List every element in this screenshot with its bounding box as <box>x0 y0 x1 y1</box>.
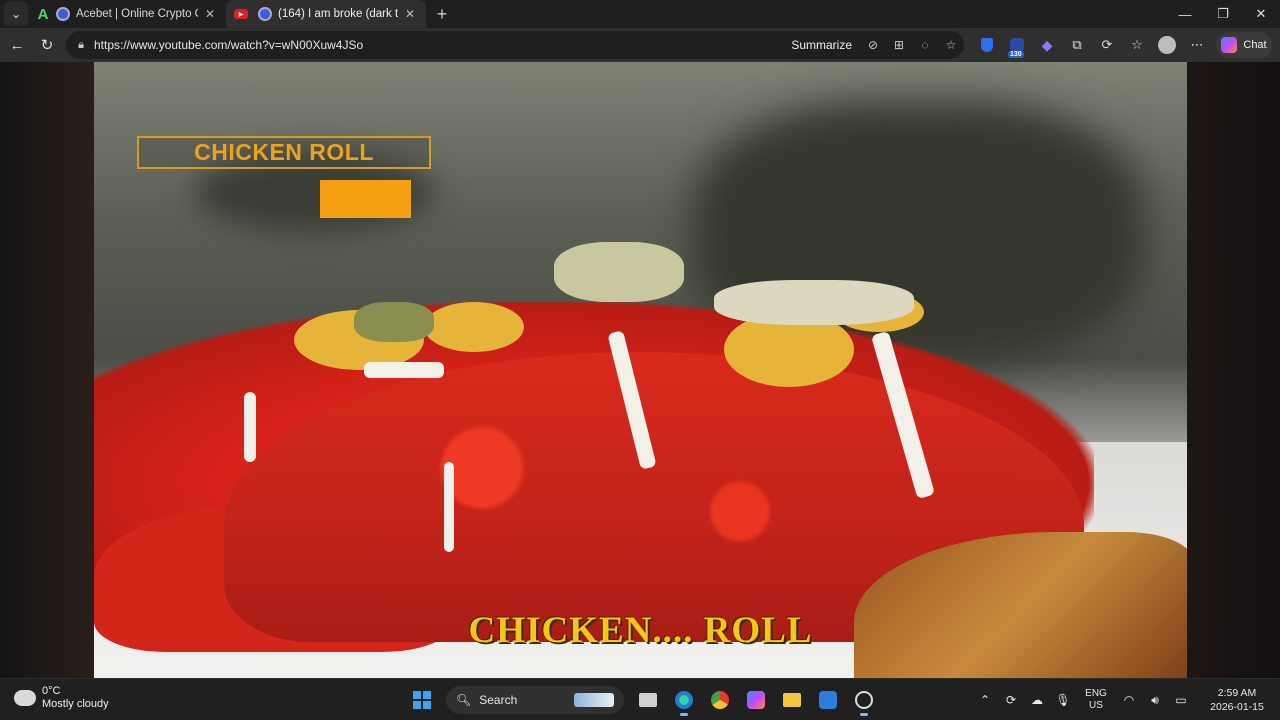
tab-title: Acebet | Online Crypto Casino <box>76 8 198 20</box>
close-tab-icon[interactable]: ✕ <box>402 7 418 21</box>
copilot-icon <box>1221 37 1238 53</box>
search-icon: 🔍︎ <box>456 693 472 707</box>
taskbar-apps: 🔍︎ Search <box>404 684 882 716</box>
app-available-icon[interactable]: ⊞ <box>886 38 912 52</box>
tab-title: (164) I am broke (dark truth) <box>278 8 398 20</box>
video-player[interactable]: CHICKEN ROLL CHICKEN.... ROLL <box>94 62 1187 678</box>
copilot-chat-button[interactable]: Chat <box>1216 32 1272 58</box>
copilot-taskbar-icon[interactable] <box>740 684 772 716</box>
puzzle-extensions-icon[interactable]: ⧉ <box>1062 30 1092 60</box>
clock[interactable]: 2:59 AM 2026-01-15 <box>1194 686 1280 714</box>
youtube-icon: ▶ <box>234 9 248 19</box>
sauce-drizzle <box>364 362 444 378</box>
task-view-button[interactable] <box>632 684 664 716</box>
ghost-extension-icon[interactable]: ◆ <box>1032 30 1062 60</box>
acebet-logo-icon: A <box>37 5 49 23</box>
profile-avatar[interactable] <box>1152 30 1182 60</box>
store-icon[interactable] <box>812 684 844 716</box>
pickle-topping <box>354 302 434 342</box>
hidden-eye-icon[interactable]: ◌ <box>912 38 938 52</box>
chevron-up-icon[interactable]: ⌃ <box>972 693 998 707</box>
extensions-row: 130 ◆ ⧉ ⟳ ☆ ⋯ <box>972 28 1212 62</box>
browser-toolbar: ← ↻ 🔒︎ https://www.youtube.com/watch?v=w… <box>0 28 1280 62</box>
overlay-title-text: CHICKEN ROLL <box>194 139 374 165</box>
tab-acebet[interactable]: A Acebet | Online Crypto Casino ✕ <box>28 0 226 28</box>
windows-logo-icon <box>413 691 431 709</box>
search-highlight-image <box>574 693 614 707</box>
cheese-topping <box>424 302 524 352</box>
taskbar-search[interactable]: 🔍︎ Search <box>446 686 624 714</box>
weather-widget[interactable]: 0°C Mostly cloudy <box>12 684 109 711</box>
search-label: Search <box>479 693 518 707</box>
minimize-button[interactable]: — <box>1166 0 1204 28</box>
favorite-star-icon[interactable]: ☆ <box>938 38 964 52</box>
windows-taskbar: 0°C Mostly cloudy 🔍︎ Search ⌃ ⟳ ☁ 🎙︎ ENG… <box>0 678 1280 720</box>
globe-icon <box>56 7 70 21</box>
video-side-blur-left <box>0 62 94 678</box>
back-button[interactable]: ← <box>2 30 32 60</box>
counter-extension-icon[interactable]: 130 <box>1002 30 1032 60</box>
system-tray: ⌃ ⟳ ☁ 🎙︎ ENG US ◠ 🔊︎ ▭ 2:59 AM 2026-01-1… <box>972 679 1280 720</box>
sync-icon[interactable]: ⟳ <box>998 693 1024 707</box>
clock-time: 2:59 AM <box>1217 687 1257 699</box>
region-code: US <box>1089 700 1103 711</box>
pickle-topping <box>554 242 684 302</box>
file-explorer-icon[interactable] <box>776 684 808 716</box>
sauce-drizzle <box>444 462 454 552</box>
clock-date: 2026-01-15 <box>1210 701 1264 713</box>
video-caption: CHICKEN.... ROLL <box>468 610 813 651</box>
globe-icon <box>258 7 272 21</box>
cloudy-weather-icon <box>12 684 36 706</box>
tab-youtube[interactable]: ▶ (164) I am broke (dark truth) ✕ <box>226 0 426 28</box>
tab-actions-menu-button[interactable]: ⌄ <box>4 2 28 26</box>
url-text[interactable]: https://www.youtube.com/watch?v=wN00Xuw4… <box>94 38 791 52</box>
tab-strip: ⌄ A Acebet | Online Crypto Casino ✕ ▶ (1… <box>0 0 1280 28</box>
video-title-overlay: CHICKEN ROLL <box>137 136 431 169</box>
site-info-icon[interactable]: 🔒︎ <box>68 39 94 52</box>
video-side-blur-right <box>1187 62 1280 678</box>
edge-taskbar-icon[interactable] <box>668 684 700 716</box>
wifi-icon[interactable]: ◠ <box>1116 693 1142 707</box>
split-screen-icon[interactable]: ⟳ <box>1092 30 1122 60</box>
microphone-icon[interactable]: 🎙︎ <box>1050 693 1076 707</box>
overlay-orange-block <box>320 180 411 218</box>
summarize-button[interactable]: Summarize <box>791 38 852 52</box>
volume-icon[interactable]: 🔊︎ <box>1142 693 1168 708</box>
language-code: ENG <box>1085 688 1107 699</box>
favorites-icon[interactable]: ☆ <box>1122 30 1152 60</box>
app-taskbar-icon[interactable] <box>848 684 880 716</box>
weather-temperature: 0°C <box>42 685 61 697</box>
chat-label: Chat <box>1243 39 1267 51</box>
extension-badge: 130 <box>1008 51 1024 58</box>
close-window-button[interactable]: ✕ <box>1242 0 1280 28</box>
page-viewport: CHICKEN ROLL CHICKEN.... ROLL <box>0 62 1280 678</box>
input-language[interactable]: ENG US <box>1076 688 1116 712</box>
pickle-topping <box>714 280 914 325</box>
no-tracking-icon[interactable]: ⊘ <box>860 38 886 52</box>
window-controls: — ❐ ✕ <box>1166 0 1280 28</box>
onedrive-icon[interactable]: ☁ <box>1024 693 1050 707</box>
shield-extension-icon[interactable] <box>972 30 1002 60</box>
start-button[interactable] <box>406 684 438 716</box>
refresh-button[interactable]: ↻ <box>32 30 62 60</box>
chrome-taskbar-icon[interactable] <box>704 684 736 716</box>
weather-description: Mostly cloudy <box>42 698 109 710</box>
battery-icon[interactable]: ▭ <box>1168 693 1194 707</box>
sauce-drizzle <box>244 392 256 462</box>
more-menu-icon[interactable]: ⋯ <box>1182 30 1212 60</box>
close-tab-icon[interactable]: ✕ <box>202 7 218 21</box>
new-tab-button[interactable]: + <box>430 2 454 26</box>
maximize-button[interactable]: ❐ <box>1204 0 1242 28</box>
address-bar[interactable]: 🔒︎ https://www.youtube.com/watch?v=wN00X… <box>66 31 964 59</box>
